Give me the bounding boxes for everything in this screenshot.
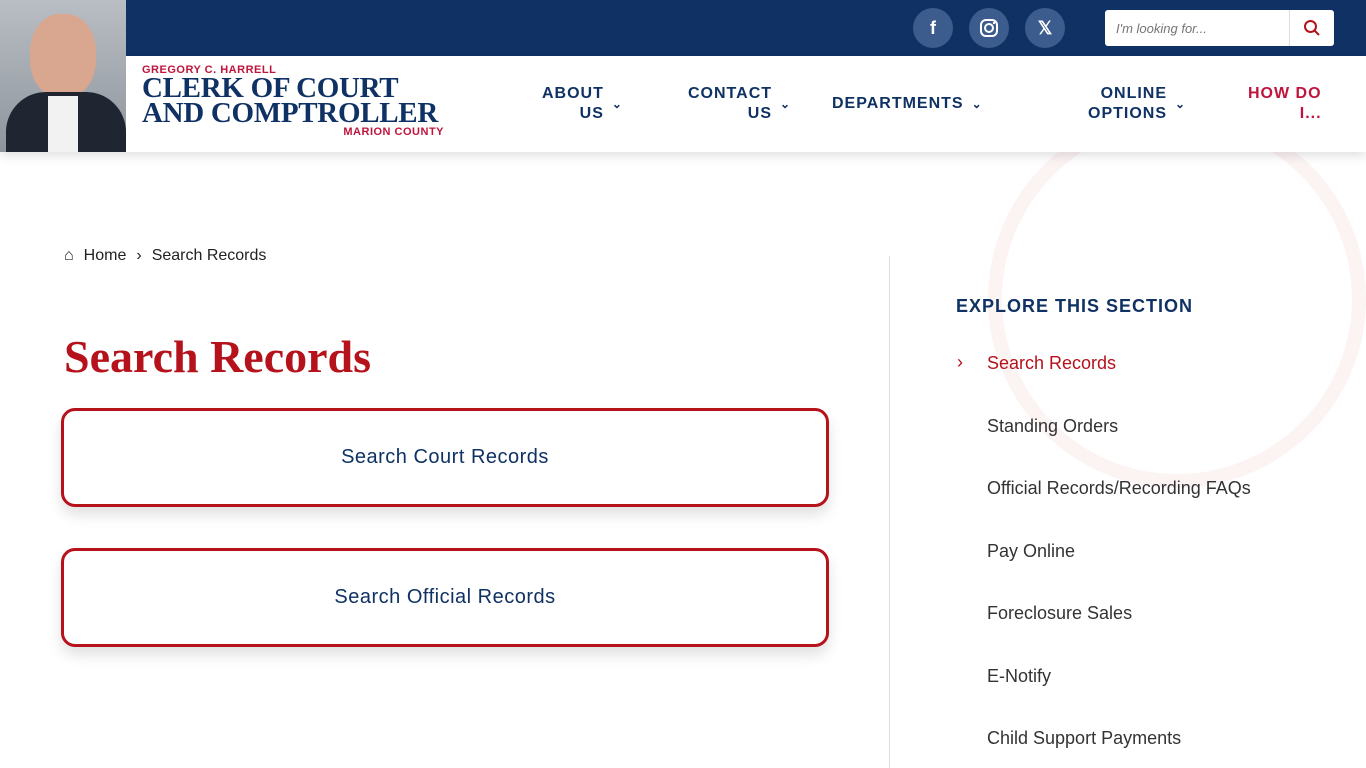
sidebar-item-child-support-payments[interactable]: Child Support Payments (987, 728, 1181, 749)
sidebar-item-search-records[interactable]: Search Records (987, 353, 1116, 374)
chevron-down-icon: ⌄ (971, 97, 983, 111)
nav-online-options[interactable]: ONLINE OPTIONS ⌄ (1088, 56, 1186, 152)
instagram-icon[interactable] (969, 8, 1009, 48)
home-icon: ⌂ (64, 247, 74, 264)
search-official-records-button[interactable]: Search Official Records (61, 548, 829, 647)
site-logo[interactable]: GREGORY C. HARRELL CLERK OF COURT AND CO… (142, 64, 444, 138)
sidebar-heading: EXPLORE THIS SECTION (956, 296, 1194, 316)
nav-about-us[interactable]: ABOUT US ⌄ (542, 56, 623, 152)
facebook-icon[interactable]: f (913, 8, 953, 48)
breadcrumb: ⌂ Home › Search Records (64, 247, 266, 265)
chevron-down-icon: ⌄ (780, 97, 792, 111)
sidebar-item-e-notify[interactable]: E-Notify (987, 666, 1051, 687)
divider (889, 256, 890, 768)
breadcrumb-home[interactable]: Home (84, 247, 127, 265)
breadcrumb-current: Search Records (151, 247, 267, 264)
search-input[interactable] (1105, 10, 1289, 46)
logo-title-2: AND COMPTROLLER (142, 97, 438, 129)
chevron-down-icon: ⌄ (611, 97, 623, 111)
sidebar-item-foreclosure-sales[interactable]: Foreclosure Sales (987, 603, 1132, 624)
nav-departments[interactable]: DEPARTMENTS ⌄ (832, 56, 983, 152)
nav-contact-us[interactable]: CONTACT US ⌄ (688, 56, 791, 152)
chevron-right-icon: › (957, 352, 963, 372)
search-button[interactable] (1289, 10, 1334, 46)
chevron-right-icon: › (136, 247, 142, 264)
search-icon (1304, 20, 1320, 36)
x-icon[interactable]: 𝕏 (1025, 8, 1065, 48)
chevron-down-icon: ⌄ (1175, 97, 1187, 111)
clerk-photo (0, 0, 126, 152)
sidebar-item-official-records-faqs[interactable]: Official Records/Recording FAQs (987, 478, 1251, 499)
sidebar-item-pay-online[interactable]: Pay Online (987, 541, 1075, 562)
search-court-records-button[interactable]: Search Court Records (61, 408, 829, 507)
search-box (1105, 10, 1334, 46)
nav-how-do-i[interactable]: HOW DO I... (1248, 56, 1322, 152)
page-title: Search Records (64, 331, 372, 382)
sidebar-item-standing-orders[interactable]: Standing Orders (987, 416, 1118, 437)
